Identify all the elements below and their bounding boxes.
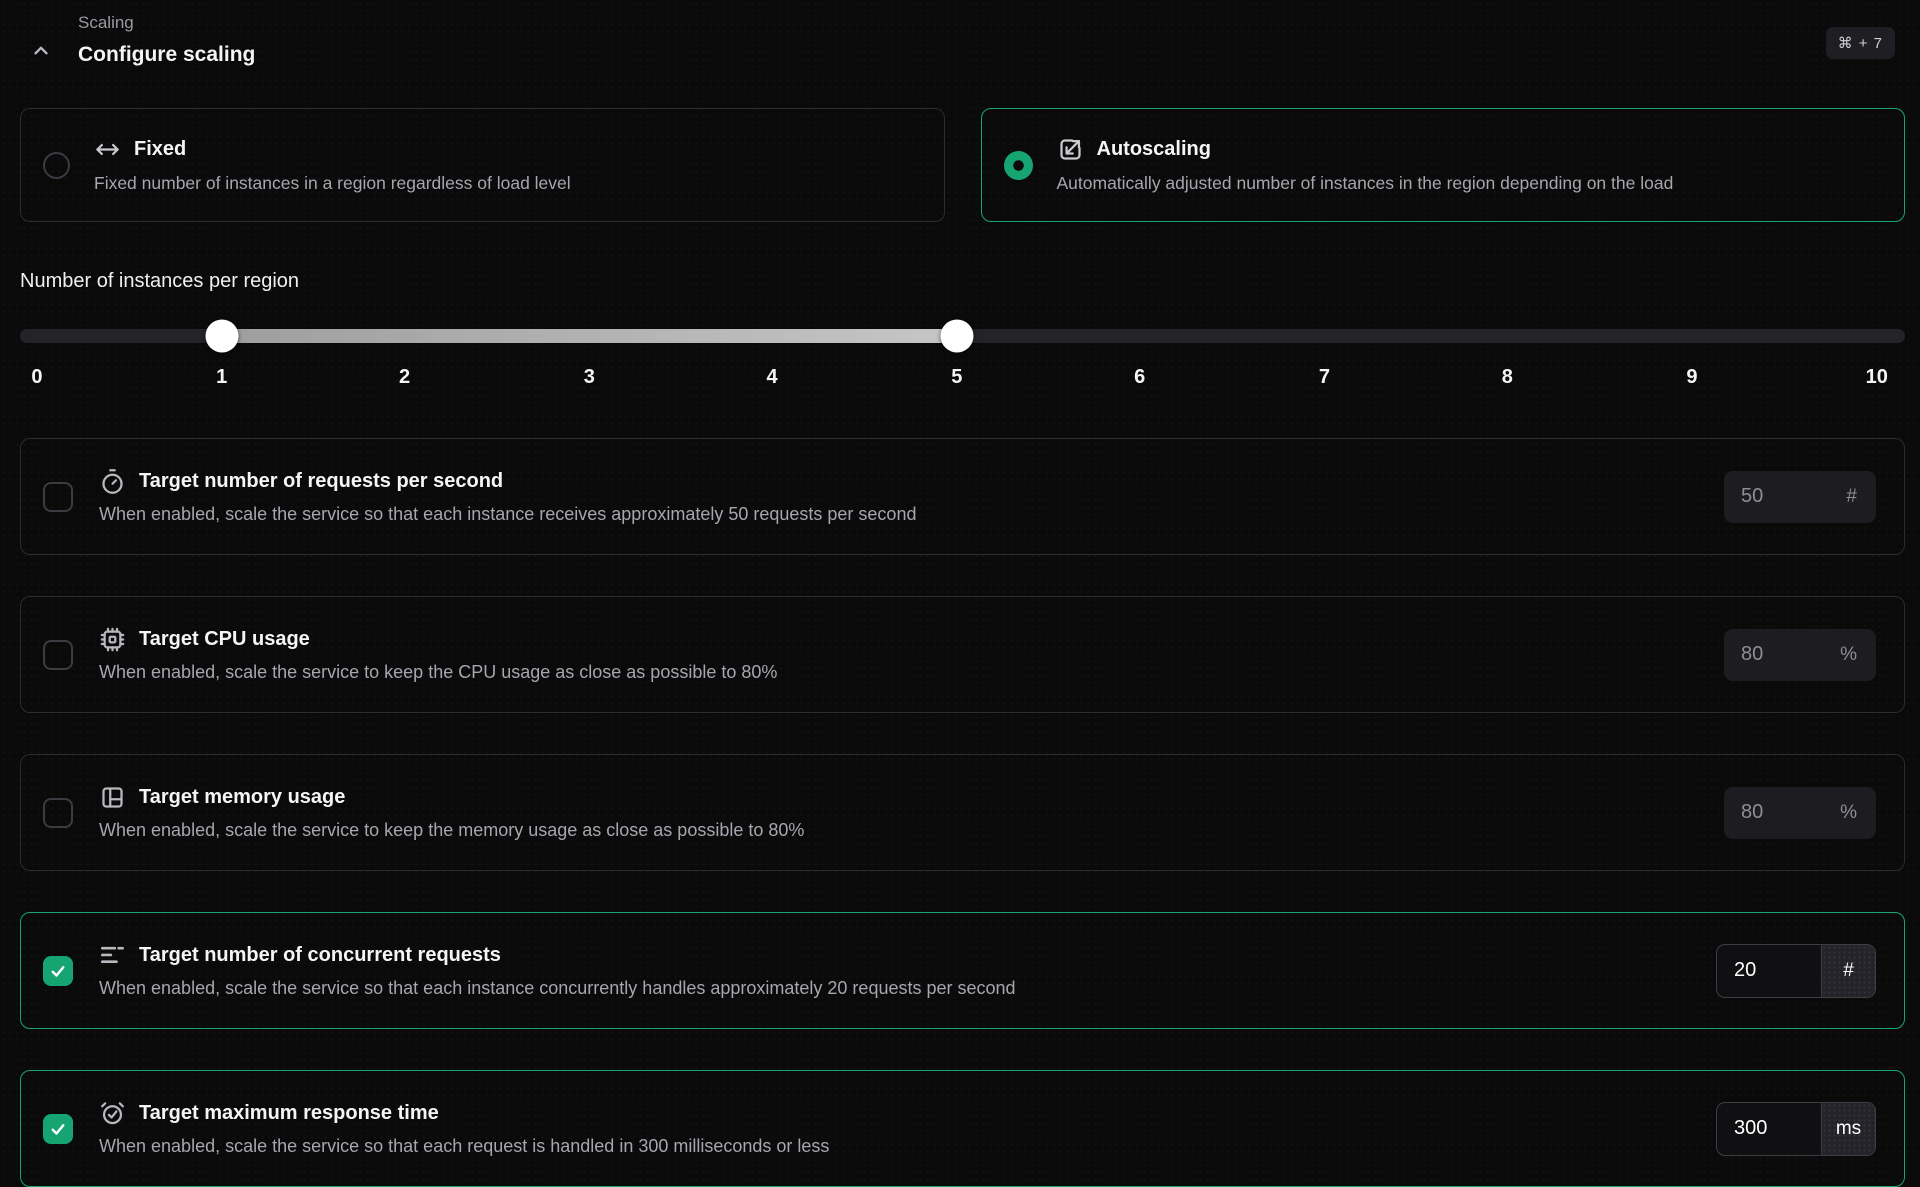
mode-card-body: Autoscaling Automatically adjusted numbe… [1057,136,1674,194]
target-value-input-group: # [1716,943,1876,998]
target-value-input[interactable] [1717,1102,1821,1155]
page-title: Configure scaling [78,43,256,66]
mode-label: Autoscaling [1096,138,1211,160]
checkbox-checked-icon[interactable] [43,955,73,986]
instances-range-slider [20,319,1905,353]
tick-label: 3 [583,366,595,388]
target-value-input[interactable] [1724,470,1847,523]
target-body: Target maximum response time When enable… [99,1100,1716,1157]
tick-label: 4 [766,366,778,388]
target-description: When enabled, scale the service to keep … [99,662,778,682]
tick-label: 1 [216,366,228,388]
section-header: Scaling Configure scaling ⌘ + 7 [20,0,1905,82]
target-card-requests-per-second[interactable]: Target number of requests per second Whe… [20,438,1905,555]
target-description: When enabled, scale the service so that … [99,504,917,524]
mode-card-fixed[interactable]: Fixed Fixed number of instances in a reg… [20,108,945,222]
section-eyebrow: Scaling [78,13,134,32]
target-title: Target number of concurrent requests [139,944,501,966]
header-text: Scaling Configure scaling [78,10,255,67]
target-value-input-group: ms [1716,1101,1876,1156]
slider-selected-range [221,329,957,343]
collapse-section-button[interactable] [30,40,52,62]
tick-label: 7 [1318,366,1330,388]
target-card-memory-usage[interactable]: Target memory usage When enabled, scale … [20,754,1905,871]
tick-label: 5 [951,366,963,388]
tick-label: 9 [1686,366,1698,388]
tick-label: 8 [1501,366,1513,388]
tick-label: 10 [1865,366,1888,388]
target-value-input-group: # [1724,470,1876,523]
chevron-up-icon [30,40,52,62]
unit-label: % [1840,643,1857,665]
alarm-clock-check-icon [99,1100,126,1127]
target-value-input[interactable] [1724,628,1841,681]
radio-unselected-icon[interactable] [43,151,70,179]
mode-description: Fixed number of instances in a region re… [94,173,571,193]
scaling-mode-group: Fixed Fixed number of instances in a reg… [20,108,1905,222]
timer-icon [99,468,126,495]
checkbox-unchecked-icon[interactable] [43,797,73,828]
mode-card-body: Fixed Fixed number of instances in a reg… [94,136,571,194]
target-body: Target memory usage When enabled, scale … [99,784,1724,841]
tick-label: 6 [1134,366,1146,388]
instances-slider-label: Number of instances per region [20,270,300,292]
tick-label: 2 [398,366,411,388]
target-card-concurrent-requests[interactable]: Target number of concurrent requests Whe… [20,912,1905,1029]
radio-selected-icon[interactable] [1003,150,1033,180]
keyboard-shortcut-badge: ⌘ + 7 [1825,27,1895,59]
target-card-max-response-time[interactable]: Target maximum response time When enable… [20,1070,1905,1187]
arrows-horizontal-icon [94,136,121,163]
slider-tick-labels: 0 1 2 3 4 5 6 7 8 9 10 [20,366,1905,392]
checkbox-unchecked-icon[interactable] [43,639,73,670]
target-body: Target CPU usage When enabled, scale the… [99,626,1724,683]
mode-card-autoscaling[interactable]: Autoscaling Automatically adjusted numbe… [980,108,1905,222]
checkbox-unchecked-icon[interactable] [43,481,73,512]
checkbox-checked-icon[interactable] [43,1113,73,1144]
target-title: Target CPU usage [139,628,310,650]
mode-description: Automatically adjusted number of instanc… [1056,173,1674,193]
target-description: When enabled, scale the service so that … [99,978,1016,998]
target-body: Target number of concurrent requests Whe… [99,942,1716,999]
concurrent-lines-icon [99,942,126,969]
target-value-input[interactable] [1724,786,1841,839]
tick-label: 0 [31,366,43,388]
mode-label: Fixed [134,138,187,160]
target-description: When enabled, scale the service to keep … [99,820,805,840]
unit-label: ms [1821,1102,1875,1155]
cpu-icon [99,626,126,653]
target-card-cpu-usage[interactable]: Target CPU usage When enabled, scale the… [20,596,1905,713]
target-title: Target number of requests per second [139,470,504,492]
unit-label: # [1821,944,1875,997]
memory-layout-icon [99,784,126,811]
unit-label: # [1846,485,1857,507]
autoscaling-expand-icon [1057,136,1084,163]
target-title: Target memory usage [139,786,346,808]
slider-handle-max[interactable] [940,319,974,353]
target-value-input-group: % [1724,786,1876,839]
unit-label: % [1840,801,1857,823]
target-title: Target maximum response time [139,1102,439,1124]
target-body: Target number of requests per second Whe… [99,468,1724,525]
target-value-input-group: % [1724,628,1876,681]
target-value-input[interactable] [1717,944,1821,997]
target-description: When enabled, scale the service so that … [99,1136,830,1156]
scaling-settings-page: Scaling Configure scaling ⌘ + 7 Fixed Fi… [0,0,1920,1187]
slider-handle-min[interactable] [205,319,239,353]
